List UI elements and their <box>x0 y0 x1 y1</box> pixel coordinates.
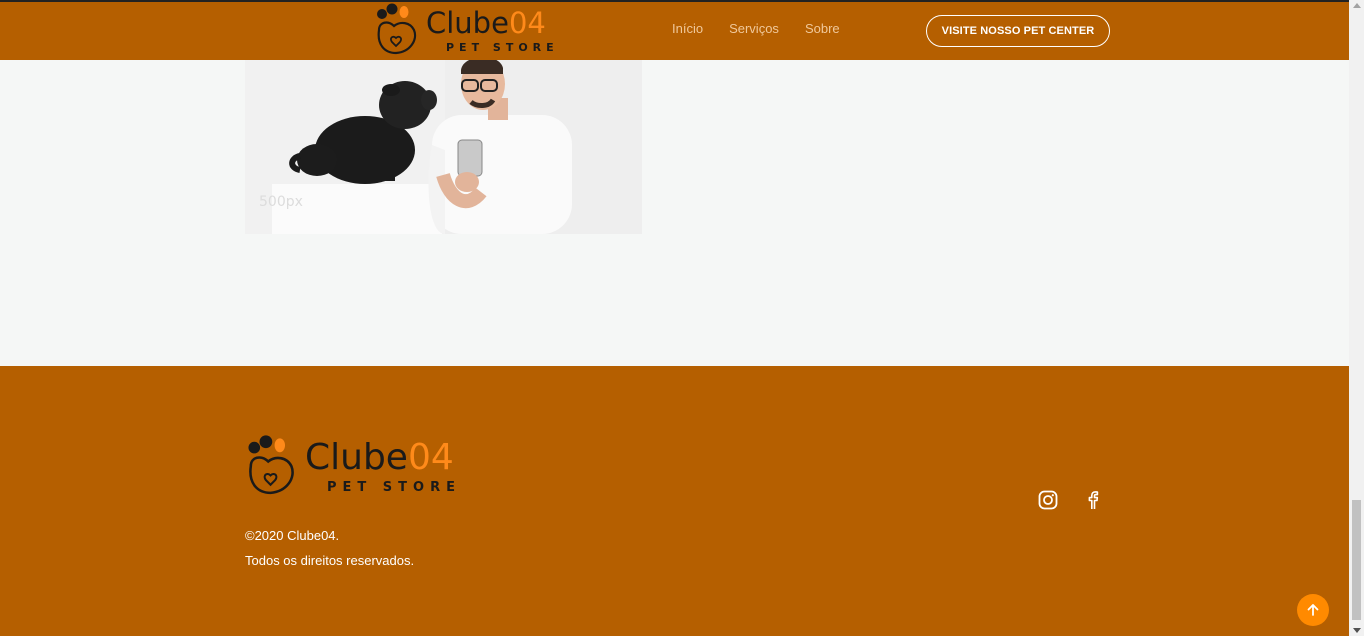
nav-link-sobre[interactable]: Sobre <box>805 21 840 36</box>
photo-watermark: 500px <box>259 194 303 210</box>
footer-logo-text: Clube04 PET STORE <box>305 436 461 495</box>
header-logo-subtitle: PET STORE <box>446 40 559 54</box>
header-logo-text: Clube04 PET STORE <box>426 5 559 54</box>
footer-logo[interactable]: Clube04 PET STORE <box>245 432 461 498</box>
paw-heart-logo-icon <box>377 3 417 55</box>
rights-reserved-text: Todos os direitos reservados. <box>245 553 415 568</box>
page-scrollbar[interactable] <box>1349 0 1364 636</box>
logo-word-primary: Clube <box>426 5 509 40</box>
hero-photo-illustration: 500px <box>245 60 642 234</box>
scroll-to-top-button[interactable] <box>1297 594 1329 626</box>
nav-link-servicos[interactable]: Serviços <box>729 21 779 36</box>
copyright-text: ©2020 Clube04. <box>245 528 340 543</box>
instagram-icon[interactable] <box>1038 490 1058 510</box>
scroll-up-arrow-icon[interactable] <box>1353 3 1361 8</box>
footer-logo-subtitle: PET STORE <box>327 479 461 495</box>
logo-word-primary: Clube <box>305 436 408 478</box>
arrow-up-icon <box>1307 604 1319 616</box>
logo-word-accent: 04 <box>407 436 454 478</box>
paw-heart-logo-icon <box>248 435 294 495</box>
site-header: Clube04 PET STORE Início Serviços Sobre … <box>0 0 1349 60</box>
window-top-border <box>0 0 1349 2</box>
visit-pet-center-button[interactable]: VISITE NOSSO PET CENTER <box>926 15 1110 47</box>
footer-logo-word: Clube04 <box>305 436 461 478</box>
nav-link-inicio[interactable]: Início <box>672 21 703 36</box>
logo-word-accent: 04 <box>508 5 546 40</box>
site-footer: Clube04 PET STORE ©2020 Clube04. Todos o… <box>0 366 1349 636</box>
header-logo-word: Clube04 <box>426 5 559 40</box>
main-nav: Início Serviços Sobre <box>672 21 866 36</box>
hero-photo-man-with-pug: 500px <box>245 60 642 234</box>
header-logo[interactable]: Clube04 PET STORE <box>374 0 559 58</box>
scrollbar-thumb[interactable] <box>1352 500 1361 620</box>
facebook-icon[interactable] <box>1083 490 1103 510</box>
scroll-down-arrow-icon[interactable] <box>1353 628 1361 633</box>
